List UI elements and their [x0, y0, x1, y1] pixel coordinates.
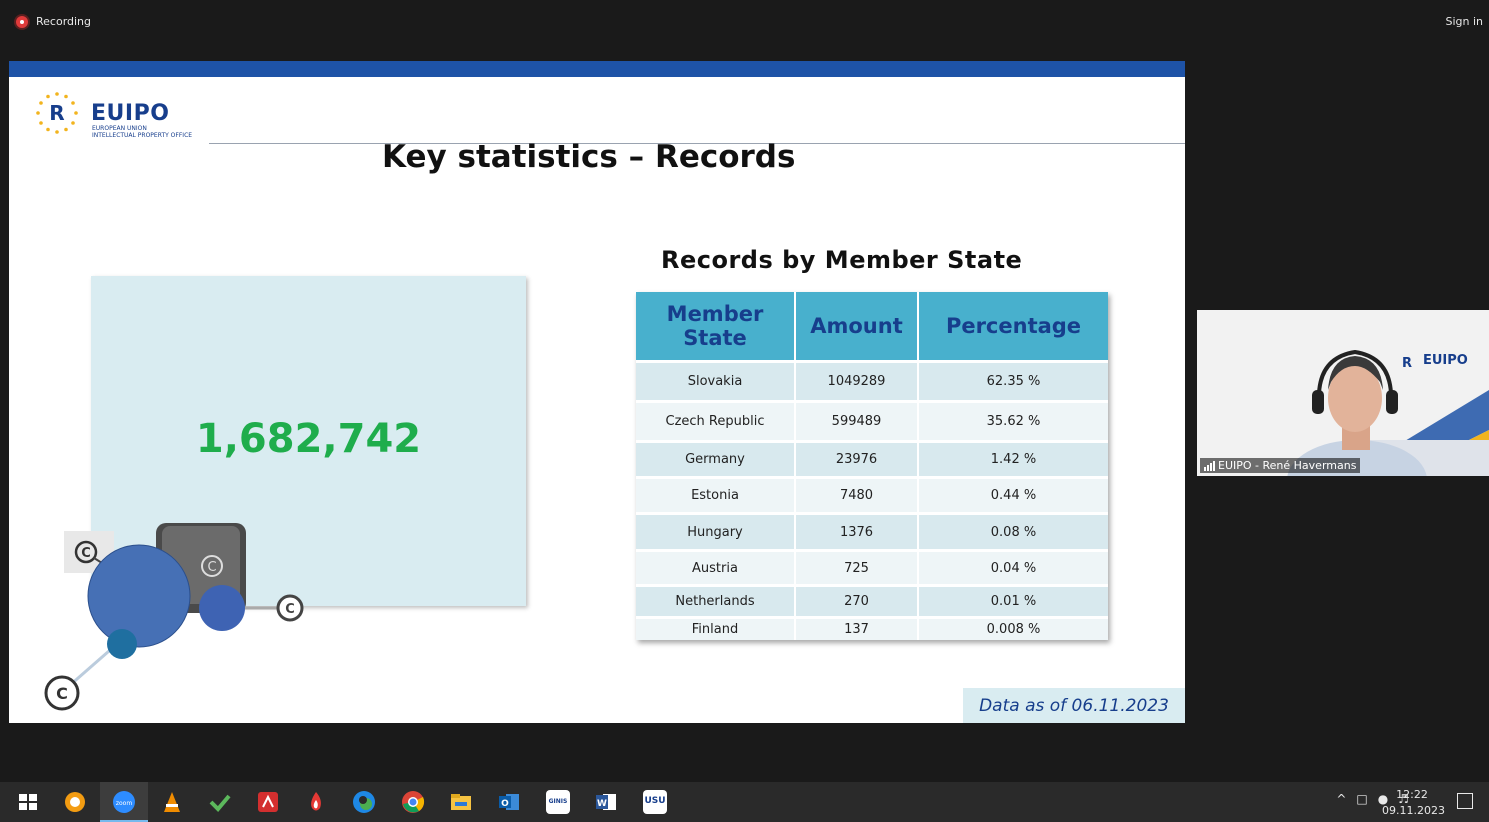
col-header-member-state: Member State: [636, 292, 796, 362]
ginis-icon[interactable]: GINIS: [546, 790, 570, 814]
svg-text:C: C: [81, 546, 91, 561]
cell-member-state: Slovakia: [636, 360, 796, 402]
table-row: Hungary 1376 0.08 %: [636, 512, 1108, 551]
chrome-icon[interactable]: [401, 790, 425, 814]
outlook-icon[interactable]: O: [497, 790, 521, 814]
blue-sphere-shape: [88, 545, 190, 647]
cell-amount: 725: [795, 549, 919, 586]
cell-member-state: Germany: [636, 440, 796, 478]
acrobat-icon[interactable]: [256, 790, 280, 814]
windows-taskbar: zoom O GINIS W USU ^ □ ● ♬ 12:22 09.11.2…: [0, 782, 1489, 822]
cell-member-state: Czech Republic: [636, 400, 796, 442]
cell-percentage: 0.01 %: [918, 584, 1108, 618]
sun-app-icon[interactable]: [63, 790, 87, 814]
svg-text:C: C: [56, 684, 68, 703]
cell-member-state: Austria: [636, 549, 796, 586]
ginis-label: GINIS: [548, 798, 568, 805]
cell-amount: 137: [795, 616, 919, 640]
cell-member-state: Hungary: [636, 512, 796, 551]
cell-member-state: Netherlands: [636, 584, 796, 618]
flame-app-icon[interactable]: [304, 790, 328, 814]
cell-amount: 599489: [795, 400, 919, 442]
signal-strength-icon: [1204, 460, 1215, 471]
table-row: Estonia 7480 0.44 %: [636, 476, 1108, 514]
svg-text:W: W: [597, 799, 607, 809]
participant-name-label: EUIPO - René Havermans: [1200, 458, 1361, 473]
cell-amount: 1376: [795, 512, 919, 551]
zoom-label: zoom: [116, 800, 132, 807]
records-table: Member State Amount Percentage Slovakia …: [636, 292, 1108, 640]
checkmark-app-icon[interactable]: [208, 790, 232, 814]
network-icon[interactable]: □: [1356, 792, 1367, 806]
participant-video-tile[interactable]: R EUIPO EUIPO - René Havermans: [1197, 310, 1489, 476]
euipo-emblem-icon: R: [36, 92, 78, 134]
cell-percentage: 1.42 %: [918, 440, 1108, 478]
sign-in-button[interactable]: Sign in: [1445, 15, 1483, 28]
euipo-wordmark: EUIPO: [91, 101, 170, 126]
logo-subtitle-line2: INTELLECTUAL PROPERTY OFFICE: [92, 132, 193, 139]
file-explorer-icon[interactable]: [449, 790, 473, 814]
data-as-of-note: Data as of 06.11.2023: [963, 688, 1185, 723]
video-logo-word: EUIPO: [1423, 353, 1468, 368]
svg-text:R: R: [1402, 356, 1412, 371]
clock-date: 09.11.2023: [1382, 804, 1445, 817]
col-header-percentage: Percentage: [918, 292, 1108, 362]
cell-percentage: 0.08 %: [918, 512, 1108, 551]
participant-video-frame: R: [1197, 310, 1489, 476]
col-header-amount: Amount: [795, 292, 919, 362]
recording-icon: [16, 15, 28, 28]
cell-amount: 23976: [795, 440, 919, 478]
copyright-illustration: C C C C: [44, 523, 304, 711]
cell-percentage: 0.008 %: [918, 616, 1108, 640]
svg-text:C: C: [207, 560, 216, 575]
recording-indicator[interactable]: Recording: [16, 15, 91, 28]
windows-start-icon[interactable]: [16, 790, 40, 814]
cell-percentage: 0.44 %: [918, 476, 1108, 514]
cell-percentage: 62.35 %: [918, 360, 1108, 402]
taskbar-clock[interactable]: 12:22 09.11.2023: [1382, 787, 1445, 819]
recording-label: Recording: [36, 15, 92, 28]
cell-member-state: Finland: [636, 616, 796, 640]
cell-percentage: 0.04 %: [918, 549, 1108, 586]
cell-percentage: 35.62 %: [918, 400, 1108, 442]
clock-time: 12:22: [1396, 788, 1428, 801]
euipo-logo: R EUIPO EUROPEAN UNION INTELLECTUAL PROP…: [35, 91, 215, 141]
usu-icon[interactable]: USU: [643, 790, 667, 814]
svg-text:C: C: [285, 602, 295, 617]
vlc-icon[interactable]: [160, 790, 184, 814]
edge-icon[interactable]: [352, 790, 376, 814]
table-row: Czech Republic 599489 35.62 %: [636, 400, 1108, 442]
table-row: Slovakia 1049289 62.35 %: [636, 360, 1108, 402]
svg-text:O: O: [501, 799, 509, 809]
cell-amount: 270: [795, 584, 919, 618]
usu-label: USU: [644, 796, 666, 806]
zoom-top-bar: Recording Sign in: [0, 0, 1489, 60]
cell-amount: 1049289: [795, 360, 919, 402]
slide-header-stripe: [9, 61, 1185, 77]
svg-text:R: R: [49, 101, 64, 125]
table-row: Netherlands 270 0.01 %: [636, 584, 1108, 618]
zoom-app-icon[interactable]: zoom: [112, 790, 136, 814]
notification-icon[interactable]: [1457, 793, 1473, 809]
word-icon[interactable]: W: [594, 790, 618, 814]
table-title: Records by Member State: [661, 246, 1023, 274]
cell-amount: 7480: [795, 476, 919, 514]
shared-slide: R EUIPO EUROPEAN UNION INTELLECTUAL PROP…: [9, 61, 1185, 723]
cell-member-state: Estonia: [636, 476, 796, 514]
table-row: Germany 23976 1.42 %: [636, 440, 1108, 478]
table-row: Austria 725 0.04 %: [636, 549, 1108, 586]
participant-name: EUIPO - René Havermans: [1218, 459, 1357, 472]
total-records-value: 1,682,742: [195, 416, 422, 462]
chevron-up-icon[interactable]: ^: [1336, 792, 1346, 806]
table-row: Finland 137 0.008 %: [636, 616, 1108, 640]
logo-subtitle-line1: EUROPEAN UNION: [92, 125, 147, 132]
slide-title: Key statistics – Records: [382, 139, 796, 175]
